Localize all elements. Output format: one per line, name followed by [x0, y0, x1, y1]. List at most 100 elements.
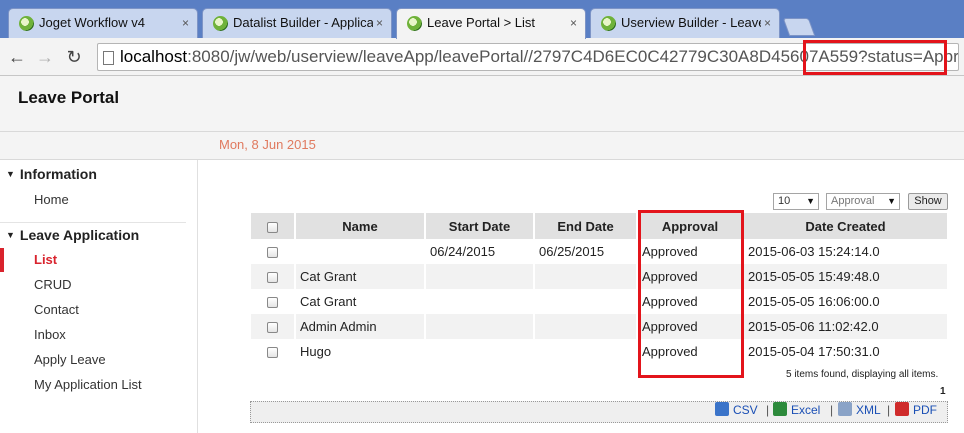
tab-label: Datalist Builder - Applicatio	[233, 15, 373, 30]
cell-start-date	[425, 339, 535, 364]
column-header-end-date[interactable]: End Date	[534, 213, 638, 239]
show-button[interactable]: Show	[908, 193, 948, 210]
table-row[interactable]: Hugo Approved 2015-05-04 17:50:31.0	[251, 339, 949, 364]
sidebar-item-contact[interactable]: Contact	[34, 302, 79, 317]
export-label: PDF	[913, 403, 937, 417]
new-tab-button[interactable]	[782, 18, 816, 36]
cell-end-date	[534, 339, 638, 364]
row-select-cell	[251, 314, 296, 339]
row-select-cell	[251, 239, 296, 264]
page-title: Leave Portal	[18, 88, 120, 107]
select-all-checkbox[interactable]	[267, 221, 278, 233]
cell-date-created: 2015-05-05 16:06:00.0	[743, 289, 949, 314]
cell-start-date	[425, 314, 535, 339]
row-checkbox[interactable]	[267, 347, 278, 359]
row-checkbox[interactable]	[267, 272, 278, 284]
sidebar-section-information[interactable]: ▼ Information	[6, 166, 97, 182]
close-icon[interactable]: ×	[182, 16, 189, 30]
cell-start-date	[425, 264, 535, 289]
tab-label: Joget Workflow v4	[39, 15, 145, 30]
close-icon[interactable]: ×	[376, 16, 383, 30]
row-checkbox[interactable]	[267, 322, 278, 334]
sidebar-item-crud[interactable]: CRUD	[34, 277, 72, 292]
export-separator: |	[887, 403, 891, 417]
cell-date-created: 2015-05-06 11:02:42.0	[743, 314, 949, 339]
cell-name: Hugo	[295, 339, 426, 364]
export-csv-link[interactable]: CSV	[715, 402, 758, 417]
row-select-cell	[251, 264, 296, 289]
column-header-start-date[interactable]: Start Date	[425, 213, 535, 239]
row-checkbox[interactable]	[267, 247, 278, 259]
dropdown-arrow-icon: ▼	[887, 196, 896, 206]
items-found-text: 5 items found, displaying all items.	[786, 369, 939, 380]
cell-name: Admin Admin	[295, 314, 426, 339]
cell-name: Cat Grant	[295, 289, 426, 314]
approval-filter-select[interactable]: Approval ▼	[826, 193, 900, 210]
cell-date-created: 2015-06-03 15:24:14.0	[743, 239, 949, 264]
column-header-date-created[interactable]: Date Created	[743, 213, 949, 239]
approval-column-highlight-box	[638, 210, 744, 378]
forward-icon[interactable]: →	[34, 46, 56, 68]
pdf-icon	[895, 402, 909, 416]
browser-tab-datalist[interactable]: Datalist Builder - Applicatio ×	[202, 8, 392, 38]
page-number[interactable]: 1	[940, 386, 946, 397]
sidebar-item-apply-leave[interactable]: Apply Leave	[34, 352, 106, 367]
sidebar-item-list[interactable]: List	[34, 252, 57, 267]
close-icon[interactable]: ×	[570, 16, 577, 30]
cell-name: Cat Grant	[295, 264, 426, 289]
sidebar-section-leave-application[interactable]: ▼ Leave Application	[6, 227, 139, 243]
cell-end-date	[534, 264, 638, 289]
cell-date-created: 2015-05-04 17:50:31.0	[743, 339, 949, 364]
joget-favicon-icon	[601, 16, 616, 31]
section-label: Information	[19, 166, 97, 182]
caret-down-icon: ▼	[6, 230, 15, 240]
reload-icon[interactable]: ↻	[63, 46, 85, 68]
export-pdf-link[interactable]: PDF	[895, 402, 937, 417]
approval-filter-value: Approval	[831, 195, 875, 207]
date-bar: Mon, 8 Jun 2015	[0, 132, 964, 160]
csv-icon	[715, 402, 729, 416]
leave-list-table: Name Start Date End Date Approval Date C…	[251, 213, 949, 364]
browser-tab-userview[interactable]: Userview Builder - Leave P ×	[590, 8, 780, 38]
sidebar-divider	[0, 222, 186, 223]
joget-favicon-icon	[213, 16, 228, 31]
back-icon[interactable]: ←	[6, 46, 28, 68]
sidebar-item-inbox[interactable]: Inbox	[34, 327, 66, 342]
row-select-cell	[251, 339, 296, 364]
sidebar-item-home[interactable]: Home	[34, 192, 69, 207]
close-icon[interactable]: ×	[764, 16, 771, 30]
joget-favicon-icon	[407, 16, 422, 31]
cell-date-created: 2015-05-05 15:49:48.0	[743, 264, 949, 289]
export-label: XML	[856, 403, 881, 417]
export-xml-link[interactable]: XML	[838, 402, 881, 417]
row-checkbox[interactable]	[267, 297, 278, 309]
export-excel-link[interactable]: Excel	[773, 402, 820, 417]
cell-name	[295, 239, 426, 264]
cell-start-date: 06/24/2015	[425, 239, 535, 264]
url-status-highlight-box	[803, 40, 947, 75]
address-host: localhost	[120, 47, 188, 66]
table-row[interactable]: Admin Admin Approved 2015-05-06 11:02:42.0	[251, 314, 949, 339]
section-label: Leave Application	[19, 227, 140, 243]
sidebar-item-my-application-list[interactable]: My Application List	[34, 377, 142, 392]
table-row[interactable]: Cat Grant Approved 2015-05-05 16:06:00.0	[251, 289, 949, 314]
table-row[interactable]: 06/24/2015 06/25/2015 Approved 2015-06-03 1…	[251, 239, 949, 264]
export-label: CSV	[733, 403, 758, 417]
joget-favicon-icon	[19, 16, 34, 31]
browser-tab-strip: Joget Workflow v4 × Datalist Builder - A…	[0, 0, 964, 39]
table-row[interactable]: Cat Grant Approved 2015-05-05 15:49:48.0	[251, 264, 949, 289]
dropdown-arrow-icon: ▼	[806, 196, 815, 206]
page-size-select[interactable]: 10 ▼	[773, 193, 819, 210]
app-header: Leave Portal	[0, 76, 964, 132]
cell-end-date	[534, 289, 638, 314]
browser-tab-leave-portal[interactable]: Leave Portal > List ×	[396, 8, 586, 39]
sidebar: ▼ Information Home ▼ Leave Application Lis…	[0, 160, 198, 433]
excel-icon	[773, 402, 787, 416]
tab-label: Leave Portal > List	[427, 15, 536, 30]
row-select-cell	[251, 289, 296, 314]
column-header-name[interactable]: Name	[295, 213, 426, 239]
browser-tab-joget[interactable]: Joget Workflow v4 ×	[8, 8, 198, 38]
caret-down-icon: ▼	[6, 169, 15, 179]
page-icon	[103, 51, 114, 65]
cell-end-date: 06/25/2015	[534, 239, 638, 264]
